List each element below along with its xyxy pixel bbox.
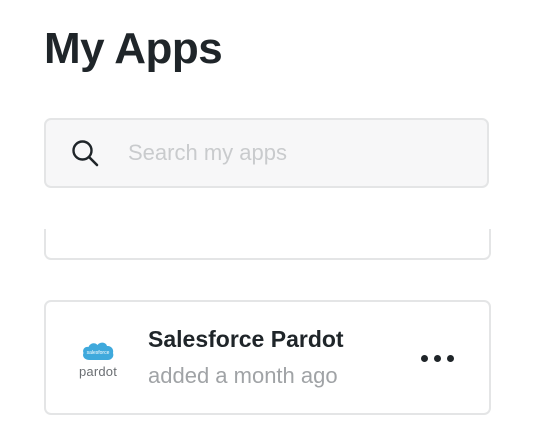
search-icon [70,138,100,168]
logo-text: pardot [78,364,118,379]
salesforce-cloud-icon: salesforce [83,342,114,361]
app-name[interactable]: Salesforce Pardot [148,326,344,353]
logo-brand-text: salesforce [87,350,110,356]
search-box[interactable] [44,118,489,188]
search-input[interactable] [126,139,470,167]
app-added-time: added a month ago [148,363,338,388]
more-icon [420,354,454,362]
more-options-button[interactable] [417,344,457,372]
salesforce-pardot-logo: salesforce pardot [76,340,120,382]
app-card[interactable]: salesforce pardot Salesforce Pardot adde… [44,300,491,415]
page-title: My Apps [44,24,223,73]
app-card-partial[interactable] [44,229,491,260]
my-apps-page: My Apps salesforce pardot Salesforce Par… [0,0,546,444]
